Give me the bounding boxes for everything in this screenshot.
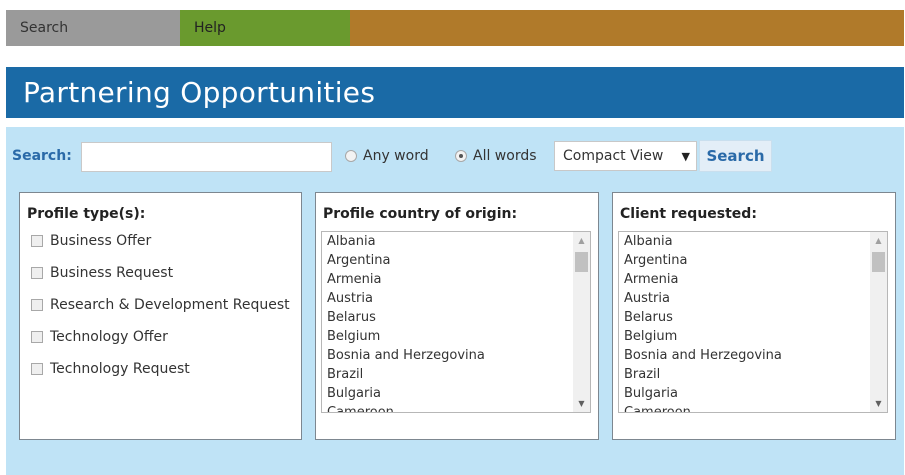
scroll-down-icon[interactable]: ▼ [573, 395, 590, 412]
country-option[interactable]: Cameroon [327, 403, 590, 412]
checkbox[interactable] [31, 331, 43, 343]
any-word-radio-dot[interactable] [345, 150, 357, 162]
client-option[interactable]: Belarus [624, 308, 887, 327]
view-select[interactable]: Compact View ▼ [554, 141, 697, 171]
country-option[interactable]: Albania [327, 232, 590, 251]
profile-type-label: Technology Offer [50, 329, 168, 345]
all-words-label: All words [473, 148, 537, 164]
nav-filler [350, 10, 904, 46]
search-button-label: Search [706, 147, 765, 165]
profile-type-label: Business Offer [50, 233, 152, 249]
page-title: Partnering Opportunities [23, 76, 376, 109]
country-option[interactable]: Armenia [327, 270, 590, 289]
view-select-value: Compact View [563, 148, 664, 164]
scroll-thumb[interactable] [575, 252, 588, 272]
title-bar: Partnering Opportunities [6, 67, 904, 118]
client-option[interactable]: Argentina [624, 251, 887, 270]
client-box: Client requested: Albania Argentina Arme… [612, 192, 896, 440]
country-option[interactable]: Bulgaria [327, 384, 590, 403]
checkbox[interactable] [31, 299, 43, 311]
country-option[interactable]: Belgium [327, 327, 590, 346]
client-option[interactable]: Austria [624, 289, 887, 308]
country-option[interactable]: Austria [327, 289, 590, 308]
checkbox[interactable] [31, 267, 43, 279]
client-option[interactable]: Cameroon [624, 403, 887, 412]
profile-type-label: Business Request [50, 265, 174, 281]
country-option[interactable]: Bosnia and Herzegovina [327, 346, 590, 365]
nav-tab-help-label: Help [194, 20, 226, 36]
scroll-up-icon[interactable]: ▲ [870, 232, 887, 249]
profile-type-option[interactable]: Technology Offer [31, 329, 290, 361]
any-word-radio[interactable]: Any word [345, 148, 429, 164]
country-box: Profile country of origin: Albania Argen… [315, 192, 599, 440]
profile-type-list: Business Offer Business Request Research… [31, 233, 290, 393]
client-option[interactable]: Bosnia and Herzegovina [624, 346, 887, 365]
client-option[interactable]: Albania [624, 232, 887, 251]
profile-type-option[interactable]: Technology Request [31, 361, 290, 393]
scroll-down-icon[interactable]: ▼ [870, 395, 887, 412]
client-scrollbar[interactable]: ▲ ▼ [870, 232, 887, 412]
top-nav: Search Help [6, 10, 904, 46]
profile-type-title: Profile type(s): [27, 206, 146, 222]
checkbox[interactable] [31, 235, 43, 247]
nav-tab-help[interactable]: Help [180, 10, 350, 46]
chevron-down-icon: ▼ [681, 149, 690, 163]
scroll-up-icon[interactable]: ▲ [573, 232, 590, 249]
country-option[interactable]: Brazil [327, 365, 590, 384]
nav-tab-search[interactable]: Search [6, 10, 180, 46]
client-option[interactable]: Belgium [624, 327, 887, 346]
search-button[interactable]: Search [699, 140, 772, 172]
country-scrollbar[interactable]: ▲ ▼ [573, 232, 590, 412]
client-option[interactable]: Bulgaria [624, 384, 887, 403]
country-listbox[interactable]: Albania Argentina Armenia Austria Belaru… [321, 231, 591, 413]
profile-type-label: Technology Request [50, 361, 190, 377]
search-input[interactable] [81, 142, 332, 172]
search-label: Search: [12, 148, 72, 164]
nav-tab-search-label: Search [20, 20, 69, 36]
any-word-label: Any word [363, 148, 429, 164]
checkbox[interactable] [31, 363, 43, 375]
profile-type-option[interactable]: Research & Development Request [31, 297, 290, 329]
all-words-radio[interactable]: All words [455, 148, 537, 164]
client-listbox[interactable]: Albania Argentina Armenia Austria Belaru… [618, 231, 888, 413]
profile-type-option[interactable]: Business Offer [31, 233, 290, 265]
country-option[interactable]: Argentina [327, 251, 590, 270]
profile-type-box: Profile type(s): Business Offer Business… [19, 192, 302, 440]
scroll-thumb[interactable] [872, 252, 885, 272]
client-option[interactable]: Armenia [624, 270, 887, 289]
profile-type-label: Research & Development Request [50, 297, 290, 313]
client-title: Client requested: [620, 206, 757, 222]
search-panel: Search: Any word All words Compact View … [6, 127, 904, 475]
profile-type-option[interactable]: Business Request [31, 265, 290, 297]
client-option[interactable]: Brazil [624, 365, 887, 384]
country-title: Profile country of origin: [323, 206, 518, 222]
country-option[interactable]: Belarus [327, 308, 590, 327]
all-words-radio-dot[interactable] [455, 150, 467, 162]
